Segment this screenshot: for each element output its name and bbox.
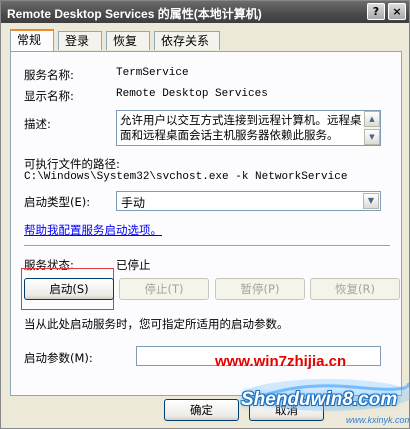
- description-box[interactable]: 允许用户以交互方式连接到远程计算机。远程桌面和远程桌面会话主机服务器依赖此服务。…: [116, 110, 381, 146]
- help-icon: ?: [372, 5, 380, 18]
- ok-button[interactable]: 确定: [164, 399, 239, 421]
- exe-path-label: 可执行文件的路径:: [24, 157, 120, 171]
- service-status-value: 已停止: [116, 258, 151, 272]
- watermark-url: www.win7zhijia.cn: [215, 353, 347, 370]
- help-config-link[interactable]: 帮助我配置服务启动选项。: [24, 222, 162, 238]
- tab-dependencies[interactable]: 依存关系: [154, 31, 220, 50]
- watermark-sub: www.kxinyk.com: [346, 415, 410, 425]
- resume-button[interactable]: 恢复(R): [310, 278, 400, 300]
- stop-button[interactable]: 停止(T): [119, 278, 209, 300]
- description-label: 描述:: [24, 117, 51, 131]
- startup-type-label: 启动类型(E):: [24, 195, 91, 209]
- chevron-down-icon[interactable]: ▼: [363, 193, 379, 209]
- help-button[interactable]: ?: [367, 3, 385, 20]
- tab-strip: 常规 登录 恢复 依存关系: [10, 29, 402, 52]
- startup-type-value: 手动: [121, 196, 146, 210]
- description-text: 允许用户以交互方式连接到远程计算机。远程桌面和远程桌面会话主机服务器依赖此服务。: [120, 113, 362, 142]
- display-name-label: 显示名称:: [24, 89, 74, 103]
- pause-button[interactable]: 暂停(P): [215, 278, 305, 300]
- tab-general[interactable]: 常规: [10, 29, 54, 51]
- exe-path-value: C:\Windows\System32\svchost.exe -k Netwo…: [24, 171, 348, 183]
- title-bar[interactable]: Remote Desktop Services 的属性(本地计算机) ? ×: [1, 1, 409, 23]
- window-title: Remote Desktop Services 的属性(本地计算机): [7, 7, 262, 21]
- close-button[interactable]: ×: [388, 3, 406, 20]
- service-name-label: 服务名称:: [24, 68, 74, 82]
- watermark-brand: Shenduwin8.com: [241, 389, 398, 410]
- scroll-down-icon[interactable]: ▼: [364, 129, 380, 145]
- properties-window: Remote Desktop Services 的属性(本地计算机) ? × 常…: [0, 0, 410, 429]
- service-name-value: TermService: [116, 67, 189, 79]
- close-icon: ×: [392, 5, 402, 18]
- start-params-label: 启动参数(M):: [24, 351, 93, 365]
- section-divider: [24, 245, 390, 247]
- display-name-value: Remote Desktop Services: [116, 88, 268, 100]
- tab-recovery[interactable]: 恢复: [106, 31, 150, 50]
- description-scrollbar[interactable]: ▲ ▼: [364, 111, 380, 145]
- start-button[interactable]: 启动(S): [24, 278, 114, 300]
- start-params-hint: 当从此处启动服务时，您可指定所适用的启动参数。: [24, 317, 289, 331]
- general-panel: 服务名称: TermService 显示名称: Remote Desktop S…: [10, 51, 402, 396]
- tab-logon[interactable]: 登录: [58, 31, 102, 50]
- startup-type-select[interactable]: 手动 ▼: [116, 191, 381, 211]
- scroll-up-icon[interactable]: ▲: [364, 111, 380, 127]
